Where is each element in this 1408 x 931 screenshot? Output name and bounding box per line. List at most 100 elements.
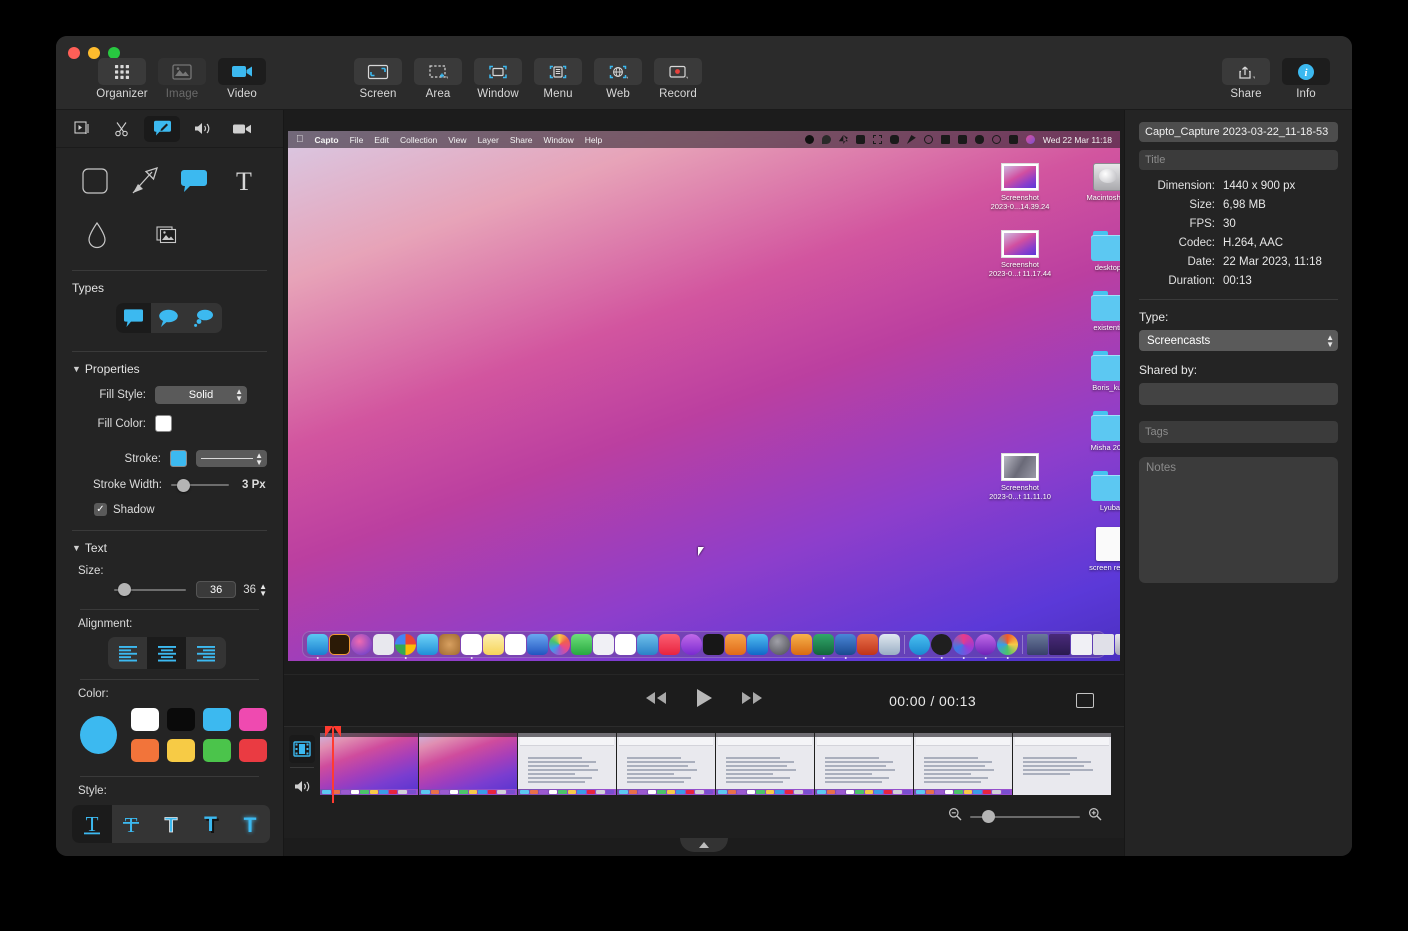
mail-badge-icon[interactable] <box>855 135 865 144</box>
tab-annotate[interactable] <box>144 115 180 142</box>
menu-collection[interactable]: Collection <box>400 135 437 145</box>
vpn-icon[interactable] <box>957 135 967 144</box>
desktop-icon-lyuba[interactable]: Lyuba <box>1078 459 1120 512</box>
properties-header[interactable]: ▼ Properties <box>72 362 267 376</box>
swatch-blue[interactable] <box>203 708 231 731</box>
align-center-button[interactable] <box>147 637 186 669</box>
text-style-outline[interactable]: T <box>151 805 191 843</box>
desktop-icon-macintosh-hd[interactable]: Macintosh HD <box>1078 149 1120 202</box>
toolbar-share[interactable]: Share <box>1216 58 1276 100</box>
toolbar-window[interactable]: Window <box>468 58 528 100</box>
dock-numbers[interactable] <box>615 634 636 655</box>
filename-field[interactable]: Capto_Capture 2023-03-22_11-18-53 <box>1139 122 1338 142</box>
menu-edit[interactable]: Edit <box>374 135 389 145</box>
timeline-filmstrip[interactable] <box>320 733 1124 795</box>
menu-bar-clock[interactable]: Wed 22 Mar 11:18 <box>1043 135 1112 145</box>
record-dot-icon[interactable] <box>804 135 814 144</box>
type-rect-callout[interactable] <box>116 303 151 333</box>
dock-minimized-1[interactable] <box>1027 634 1048 655</box>
menu-capto[interactable]: Capto <box>315 135 339 145</box>
dock-chrome[interactable] <box>395 634 416 659</box>
dock-setapp[interactable] <box>997 634 1018 659</box>
dock-trash[interactable] <box>1115 634 1120 655</box>
timeline-frame[interactable] <box>419 733 518 795</box>
timeline-frame[interactable] <box>1013 733 1112 795</box>
shadow-checkbox[interactable]: ✓ <box>94 503 107 516</box>
desktop-icon-misha-2022[interactable]: Misha 2022 <box>1078 399 1120 452</box>
dock-launchpad[interactable] <box>373 634 394 655</box>
swatch-green[interactable] <box>203 739 231 762</box>
toolbar-screen[interactable]: Screen <box>348 58 408 100</box>
dock-xcode[interactable] <box>527 634 548 655</box>
toolbar-web[interactable]: Web <box>588 58 648 100</box>
rounded-rect-icon[interactable] <box>76 162 114 200</box>
text-size-input[interactable]: 36 <box>196 581 237 598</box>
menu-share[interactable]: Share <box>510 135 533 145</box>
type-thought-callout[interactable] <box>186 303 221 333</box>
dock-safari-tech[interactable] <box>769 634 790 655</box>
desktop-icon-screenshot-3[interactable]: Screenshot 2023-0...t 11.11.10 <box>988 439 1052 501</box>
text-style-underline[interactable]: T <box>72 805 112 843</box>
text-size-stepper[interactable]: ▲ ▼ <box>259 582 267 597</box>
dock-excel[interactable] <box>813 634 834 659</box>
timeline-frame[interactable] <box>320 733 419 795</box>
dock-powerpoint[interactable] <box>857 634 878 655</box>
video-preview[interactable]:  Capto File Edit Collection View Layer … <box>288 131 1120 661</box>
arrow-icon[interactable] <box>126 162 164 200</box>
fill-color-swatch[interactable] <box>155 415 172 432</box>
text-style-glow[interactable]: T <box>230 805 270 843</box>
play-button[interactable] <box>694 687 714 714</box>
title-field[interactable]: Title <box>1139 150 1338 170</box>
swatch-white[interactable] <box>131 708 159 731</box>
stroke-color-swatch[interactable] <box>169 450 187 467</box>
align-right-button[interactable] <box>186 637 225 669</box>
dock-minimized-2[interactable] <box>1049 634 1070 655</box>
siri-icon[interactable] <box>1025 135 1035 144</box>
type-oval-callout[interactable] <box>151 303 186 333</box>
apple-logo-icon[interactable]:  <box>296 134 304 145</box>
dock-siri[interactable] <box>351 634 372 655</box>
dock-mail[interactable] <box>417 634 438 655</box>
dock-capto[interactable] <box>879 634 900 655</box>
desktop-icon-existential[interactable]: existential <box>1078 279 1120 332</box>
menu-window[interactable]: Window <box>544 135 574 145</box>
text-t-icon[interactable]: T <box>225 162 263 200</box>
type-select[interactable]: Screencasts ▲ ▼ <box>1139 330 1338 351</box>
dock-downie[interactable] <box>953 634 974 659</box>
toolbar-record[interactable]: Record <box>648 58 708 100</box>
shared-by-field[interactable] <box>1139 383 1338 405</box>
desktop-icon-desktop2[interactable]: desktop2 <box>1078 219 1120 272</box>
close-button[interactable] <box>68 47 80 59</box>
shadow-row[interactable]: ✓ Shadow <box>72 503 267 516</box>
panel-resize-handle[interactable] <box>284 838 1124 856</box>
zoom-slider[interactable] <box>970 810 1080 823</box>
menu-layer[interactable]: Layer <box>478 135 499 145</box>
tab-clips[interactable] <box>64 116 100 142</box>
dock-bear[interactable] <box>931 634 952 659</box>
toolbar-area[interactable]: Area <box>408 58 468 100</box>
dock-telegram[interactable] <box>909 634 930 659</box>
dock-appletv[interactable] <box>703 634 724 655</box>
notes-field[interactable]: Notes <box>1139 457 1338 583</box>
tab-audio[interactable] <box>184 116 220 142</box>
tab-camera[interactable] <box>224 116 260 142</box>
timeline-frame[interactable] <box>914 733 1013 795</box>
tags-field[interactable]: Tags <box>1139 421 1338 443</box>
dock-permute[interactable] <box>975 634 996 659</box>
dock-notes[interactable] <box>483 634 504 655</box>
dock-appstore[interactable] <box>747 634 768 655</box>
desktop-icon-screenshot-1[interactable]: Screenshot 2023-0...14.39.24 <box>988 149 1052 211</box>
audio-track-button[interactable] <box>289 772 315 800</box>
toolbar-info[interactable]: i Info <box>1276 58 1336 100</box>
droplet-icon[interactable] <box>78 216 116 254</box>
play-circle-icon[interactable] <box>923 135 933 144</box>
dock-itunes[interactable] <box>681 634 702 655</box>
zoom-out-icon[interactable] <box>948 807 962 826</box>
dock-minimized-4[interactable] <box>1093 634 1114 655</box>
control-center-icon[interactable] <box>1008 135 1018 144</box>
rewind-button[interactable] <box>644 690 668 711</box>
collapse-chevron-button[interactable] <box>680 838 728 852</box>
droplet-icon[interactable] <box>821 135 831 144</box>
mac-dock[interactable] <box>302 631 1120 659</box>
video-track-button[interactable] <box>289 735 315 763</box>
